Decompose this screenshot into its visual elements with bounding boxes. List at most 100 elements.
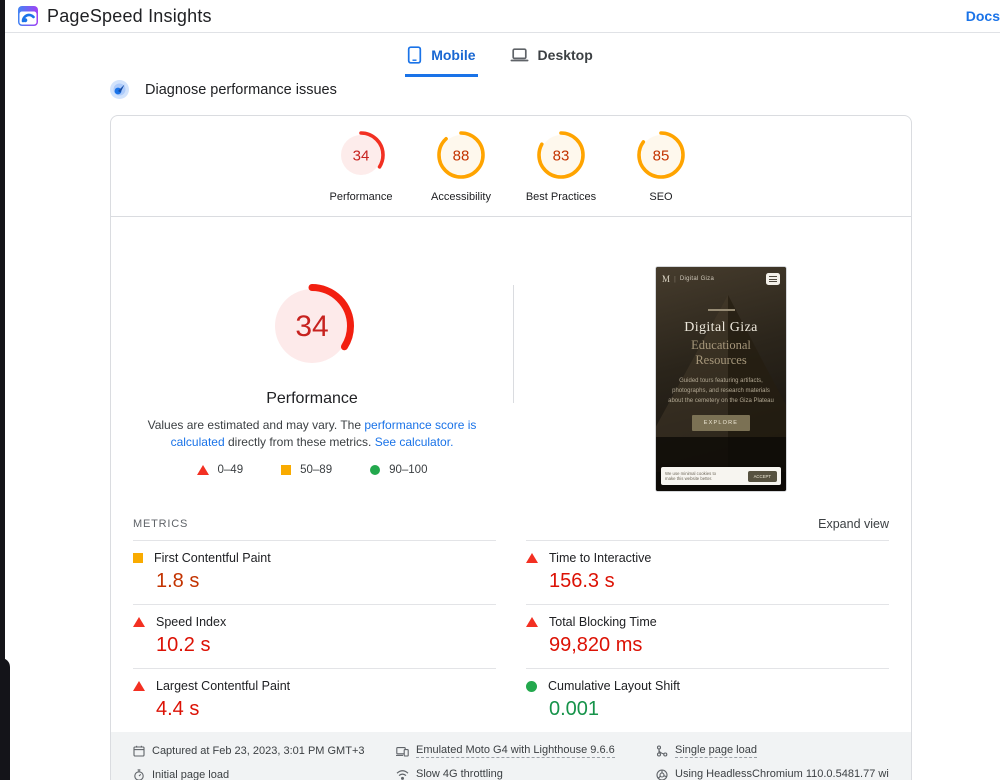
metric-first-contentful-paint: First Contentful Paint 1.8 s: [133, 540, 496, 604]
tab-desktop-label: Desktop: [537, 47, 593, 63]
legend-average: 50–89: [281, 464, 332, 476]
devices-icon: [396, 747, 409, 757]
metric-largest-contentful-paint: Largest Contentful Paint 4.4 s: [133, 668, 496, 732]
metric-name: Time to Interactive: [549, 551, 652, 565]
site-explore-button: EXPLORE: [692, 415, 750, 431]
diagnose-section-header: Diagnose performance issues: [110, 80, 1000, 99]
metrics-header: METRICS Expand view: [111, 507, 911, 540]
metric-name: First Contentful Paint: [154, 551, 271, 565]
score-best-practices[interactable]: 83 Best Practices: [511, 131, 611, 203]
expand-view-button[interactable]: Expand view: [818, 517, 889, 531]
page-screenshot-thumbnail[interactable]: M | Digital Giza Digital Giza Educationa…: [655, 266, 787, 492]
cookie-accept-button: ACCEPT: [747, 470, 777, 482]
metric-value: 99,820 ms: [549, 634, 643, 656]
legend-range: 50–89: [300, 464, 333, 476]
chrome-icon: [656, 769, 668, 780]
performance-score-value: 34: [295, 310, 328, 343]
see-calculator-link[interactable]: See calculator.: [375, 435, 454, 449]
captured-at-text: Captured at Feb 23, 2023, 3:01 PM GMT+3: [152, 745, 365, 757]
score-value: 34: [353, 148, 370, 165]
hamburger-menu-icon: [766, 273, 780, 285]
initial-page-load: Initial page load: [133, 768, 396, 780]
red-triangle-icon: [133, 617, 145, 627]
score-performance[interactable]: 34 Performance: [311, 131, 411, 203]
score-value: 83: [553, 148, 570, 165]
red-triangle-icon: [133, 681, 145, 691]
chromium-version-text[interactable]: Using HeadlessChromium 110.0.5481.77 wit…: [675, 768, 889, 780]
disclaimer-text: Values are estimated and may vary. The: [147, 418, 365, 432]
legend-pass: 90–100: [370, 464, 427, 476]
red-triangle-icon: [526, 617, 538, 627]
score-seo[interactable]: 85 SEO: [611, 131, 711, 203]
orange-square-icon: [281, 465, 292, 475]
score-value: 88: [453, 148, 470, 165]
score-label: SEO: [649, 191, 673, 203]
legend-fail: 0–49: [196, 464, 244, 476]
app-title: PageSpeed Insights: [47, 5, 212, 26]
metric-name: Total Blocking Time: [549, 615, 657, 629]
speed-gauge-icon: [110, 80, 129, 99]
score-label: Best Practices: [525, 191, 597, 203]
metrics-title: METRICS: [133, 518, 189, 530]
diagnose-title: Diagnose performance issues: [145, 81, 337, 98]
red-triangle-icon: [196, 465, 209, 475]
category-scores: 34 Performance 88 Accessibility 83 Best …: [111, 116, 911, 217]
metric-value: 0.001: [549, 698, 600, 720]
disclaimer-text: directly from these metrics.: [224, 435, 375, 449]
metric-speed-index: Speed Index 10.2 s: [133, 604, 496, 668]
performance-gauge-column: 34 Performance Values are estimated and …: [111, 217, 513, 507]
metric-name: Largest Contentful Paint: [156, 679, 291, 693]
throttling-text[interactable]: Slow 4G throttling: [416, 768, 503, 780]
device-tabs: Mobile Desktop: [0, 46, 1000, 77]
site-logo: M: [662, 274, 671, 284]
docs-link[interactable]: Docs: [966, 8, 1000, 24]
performance-summary-section: 34 Performance Values are estimated and …: [111, 217, 911, 507]
legend-range: 0–49: [217, 464, 244, 476]
legend-range: 90–100: [389, 464, 428, 476]
score-accessibility[interactable]: 88 Accessibility: [411, 131, 511, 203]
metric-value: 10.2 s: [156, 634, 211, 656]
metric-name: Cumulative Layout Shift: [548, 679, 681, 693]
score-disclaimer: Values are estimated and may vary. The p…: [136, 417, 488, 451]
score-label: Accessibility: [431, 191, 491, 203]
site-title: Digital Giza: [684, 320, 758, 335]
metric-total-blocking-time: Total Blocking Time 99,820 ms: [526, 604, 889, 668]
site-header-divider: |: [674, 275, 676, 283]
tab-mobile[interactable]: Mobile: [405, 46, 478, 77]
tab-desktop[interactable]: Desktop: [508, 46, 595, 77]
cookie-text: We use minimal cookies to make this webs…: [665, 470, 717, 482]
phone-icon: [408, 46, 422, 64]
score-value: 85: [653, 148, 670, 165]
metric-cumulative-layout-shift: Cumulative Layout Shift 0.001: [526, 668, 889, 732]
score-label: Performance: [329, 191, 393, 203]
metric-value: 156.3 s: [549, 570, 615, 592]
performance-gauge: 34: [270, 284, 354, 368]
metrics-grid: First Contentful Paint 1.8 s Time to Int…: [111, 540, 911, 732]
calendar-icon: [133, 745, 145, 757]
single-page-load-text[interactable]: Single page load: [675, 744, 757, 758]
chromium-version: Using HeadlessChromium 110.0.5481.77 wit…: [656, 768, 889, 780]
site-divider-rule: [707, 309, 735, 311]
green-circle-icon: [526, 680, 537, 692]
orange-square-icon: [133, 553, 143, 563]
tab-mobile-label: Mobile: [431, 47, 476, 63]
single-page-load: Single page load: [656, 744, 889, 758]
score-legend: 0–49 50–89 90–100: [111, 464, 513, 476]
capture-info-footer: Captured at Feb 23, 2023, 3:01 PM GMT+3 …: [111, 732, 911, 780]
report-card: 34 Performance 88 Accessibility 83 Best …: [110, 115, 912, 780]
site-description: Guided tours featuring artifacts, photog…: [668, 378, 774, 404]
screenshot-site-header: M | Digital Giza: [656, 267, 786, 285]
pagespeed-logo-icon: [18, 6, 38, 26]
metric-name: Speed Index: [156, 615, 227, 629]
metric-time-to-interactive: Time to Interactive 156.3 s: [526, 540, 889, 604]
red-triangle-icon: [526, 553, 538, 563]
green-circle-icon: [370, 465, 381, 475]
background-window-edge-corner: [0, 658, 10, 780]
metric-value: 4.4 s: [156, 698, 200, 720]
site-cookie-banner: We use minimal cookies to make this webs…: [661, 467, 781, 485]
captured-at: Captured at Feb 23, 2023, 3:01 PM GMT+3: [133, 744, 396, 758]
stopwatch-icon: [134, 769, 144, 780]
network-signal-icon: [396, 770, 409, 780]
emulated-device-text[interactable]: Emulated Moto G4 with Lighthouse 9.6.6: [416, 744, 615, 758]
site-brand: Digital Giza: [679, 276, 715, 282]
